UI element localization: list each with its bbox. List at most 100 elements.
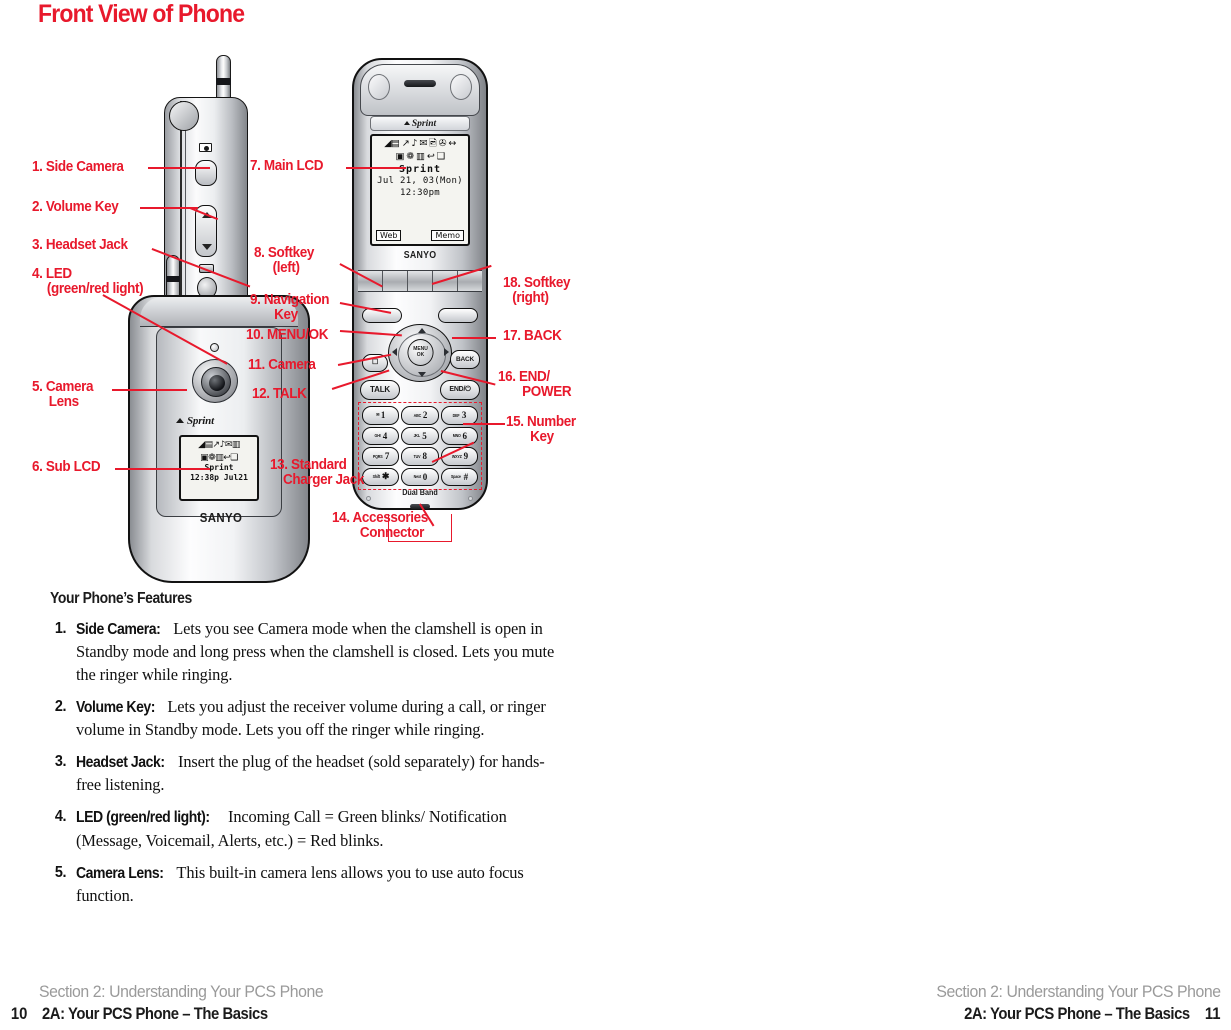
page-number: 10 xyxy=(10,1005,28,1023)
callout-11: 11. Camera xyxy=(248,357,316,373)
footer-bottom-row: 10 2A: Your PCS Phone – The Basics xyxy=(10,1005,345,1024)
number-key-5[interactable]: JKL 5 xyxy=(401,426,439,445)
callout-16-line1: 16. END/ xyxy=(498,369,550,385)
callout-15: 15. Number Key xyxy=(506,415,576,445)
lcd-softkey-left-label[interactable]: Web xyxy=(376,230,402,241)
camera-lens-ring xyxy=(201,367,231,397)
nav-right-icon xyxy=(444,348,449,356)
footer-chapter-label: 2A: Your PCS Phone – The Basics xyxy=(963,1005,1190,1023)
camera-lens xyxy=(192,359,238,403)
number-keypad: ✉ 1 ABC 2 DEF 3 GHI 4 JKL 5 MNO 6 PQRS 7 TUV 8 W… xyxy=(362,406,478,486)
keypad-area: MENU OK ☐ BACK TALK END/⏻ ✉ 1 ABC 2 DEF 3 GH… xyxy=(352,292,488,510)
talk-button[interactable]: TALK xyxy=(360,380,400,400)
number-key-star[interactable]: Shift ✱ xyxy=(362,467,400,486)
main-lcd-carrier: Sprint xyxy=(398,164,442,175)
sub-lcd-time-date: 12:38p Jul21 xyxy=(190,473,248,482)
phone-diagram-figure: Sprint ◢▤↗♪✉▥ ▣❁▥↩❑ Sprint 12:38p Jul21 … xyxy=(0,40,615,585)
end-power-button[interactable]: END/⏻ xyxy=(440,380,480,400)
menu-ok-button[interactable]: MENU OK xyxy=(407,339,434,366)
callout-14-line2: Connector xyxy=(359,525,424,541)
leader-line-15 xyxy=(463,423,505,425)
callout-5: 5. Camera Lens xyxy=(32,379,94,410)
camera-lens-glass xyxy=(209,375,225,391)
main-lcd-status-icons-row2: ▣ ❁ ▥ ↩ ❑ xyxy=(395,151,445,162)
callout-2: 2. Volume Key xyxy=(32,199,119,215)
main-lcd-time: 12:30pm xyxy=(399,188,441,198)
features-list-left: 1. Side Camera: Lets you see Camera mode… xyxy=(44,618,562,917)
leader-line-6 xyxy=(115,468,210,470)
callout-8-line1: 8. Softkey xyxy=(254,245,314,261)
feature-body: Volume Key: Lets you adjust the receiver… xyxy=(76,696,562,742)
main-lcd-status-icons-row1: ◢▤ ↗ ♪ ✉ 🖻 ✇ ↔ xyxy=(384,138,456,149)
footer-left: Section 2: Understanding Your PCS Phone … xyxy=(10,982,345,1024)
side-camera-button[interactable] xyxy=(195,160,217,186)
number-key-2[interactable]: ABC 2 xyxy=(401,406,439,425)
earpiece-speaker xyxy=(404,80,436,87)
sub-lcd-status-icons-row1: ◢▤↗♪✉▥ xyxy=(198,440,240,450)
callout-1: 1. Side Camera xyxy=(32,159,124,175)
feature-label: Side Camera: xyxy=(76,621,161,638)
leader-line-7 xyxy=(346,167,406,169)
callout-9: 9. Navigation Key xyxy=(250,293,329,323)
callout-9-line1: 9. Navigation xyxy=(250,292,330,308)
page-spread: Front View of Phone Sprint ◢▤↗♪✉▥ ▣❁▥↩❑ … xyxy=(0,0,1231,1030)
softkey-right-button[interactable] xyxy=(438,308,478,323)
callout-13-line2: Charger Jack xyxy=(283,472,365,488)
feature-label: Camera Lens: xyxy=(76,864,164,882)
feature-number: 5. xyxy=(54,863,67,881)
number-key-3[interactable]: DEF 3 xyxy=(440,406,478,425)
screw-left xyxy=(366,496,371,501)
phone-open-view: Sprint ◢▤ ↗ ♪ ✉ 🖻 ✇ ↔ ▣ ❁ ▥ ↩ ❑ Sprint J… xyxy=(352,58,492,528)
leader-line-1 xyxy=(148,167,210,169)
callout-5-line1: 5. Camera xyxy=(32,379,94,395)
feature-label: LED (green/red light): xyxy=(76,809,210,827)
back-button[interactable]: BACK xyxy=(450,350,480,369)
callout-16-line2: POWER xyxy=(522,384,572,400)
number-key-1[interactable]: ✉ 1 xyxy=(362,406,400,425)
sub-lcd-status-icons-row2: ▣❁▥↩❑ xyxy=(200,453,238,463)
sanyo-logo-open: SANYO xyxy=(403,250,437,261)
footer-chapter-label: 2A: Your PCS Phone – The Basics xyxy=(42,1005,269,1023)
footer-section-label: Section 2: Understanding Your PCS Phone xyxy=(936,982,1222,1001)
number-key-pound[interactable]: Space # xyxy=(440,467,478,486)
nav-up-icon xyxy=(418,328,426,333)
hinge-segment xyxy=(383,271,408,291)
feature-item: 3. Headset Jack: Insert the plug of the … xyxy=(44,751,562,797)
number-key-4[interactable]: GHI 4 xyxy=(362,426,400,445)
callout-12: 12. TALK xyxy=(252,386,307,402)
number-key-7[interactable]: PQRS 7 xyxy=(362,447,400,466)
callout-6: 6. Sub LCD xyxy=(32,459,101,475)
earpiece-left-detail xyxy=(368,74,390,100)
feature-number: 2. xyxy=(54,697,67,715)
feature-number: 3. xyxy=(54,753,67,771)
callout-14: 14. Accessories Connector xyxy=(332,511,428,541)
sprint-diamond-icon xyxy=(176,418,184,423)
main-lcd-softkey-bar: Web Memo xyxy=(372,230,468,241)
lcd-softkey-right-label[interactable]: Memo xyxy=(431,230,464,241)
feature-number: 4. xyxy=(54,808,67,826)
callout-4-line1: 4. LED xyxy=(32,266,72,282)
page-number: 11 xyxy=(1204,1005,1221,1023)
callout-13-line1: 13. Standard xyxy=(270,457,347,473)
hinge-segment xyxy=(408,271,433,291)
footer-right: Section 2: Understanding Your PCS Phone … xyxy=(915,982,1222,1024)
number-key-0[interactable]: Next 0 xyxy=(401,467,439,486)
feature-item: 2. Volume Key: Lets you adjust the recei… xyxy=(44,696,562,742)
feature-label: Volume Key: xyxy=(76,698,156,716)
callout-13: 13. Standard Charger Jack xyxy=(270,458,364,488)
leader-line-5 xyxy=(112,389,187,391)
side-camera-icon xyxy=(199,143,212,152)
number-key-8[interactable]: TUV 8 xyxy=(401,447,439,466)
feature-body: Camera Lens: This built-in camera lens a… xyxy=(76,862,562,908)
callout-18: 18. Softkey (right) xyxy=(503,276,570,306)
sanyo-logo-closed: SANYO xyxy=(199,510,243,525)
sprint-diamond-icon-open xyxy=(403,121,410,125)
main-lcd-date: Jul 21, 03(Mon) xyxy=(377,176,463,186)
feature-body: LED (green/red light): Incoming Call = G… xyxy=(76,806,562,852)
earpiece-right-detail xyxy=(450,74,472,100)
callout-4: 4. LED (green/red light) xyxy=(32,266,144,297)
feature-item: 1. Side Camera: Lets you see Camera mode… xyxy=(44,618,562,686)
main-lcd-screen: ◢▤ ↗ ♪ ✉ 🖻 ✇ ↔ ▣ ❁ ▥ ↩ ❑ Sprint Jul 21, … xyxy=(370,134,470,246)
feature-body: Headset Jack: Insert the plug of the hea… xyxy=(76,751,562,797)
left-page: Front View of Phone Sprint ◢▤↗♪✉▥ ▣❁▥↩❑ … xyxy=(0,0,615,1030)
